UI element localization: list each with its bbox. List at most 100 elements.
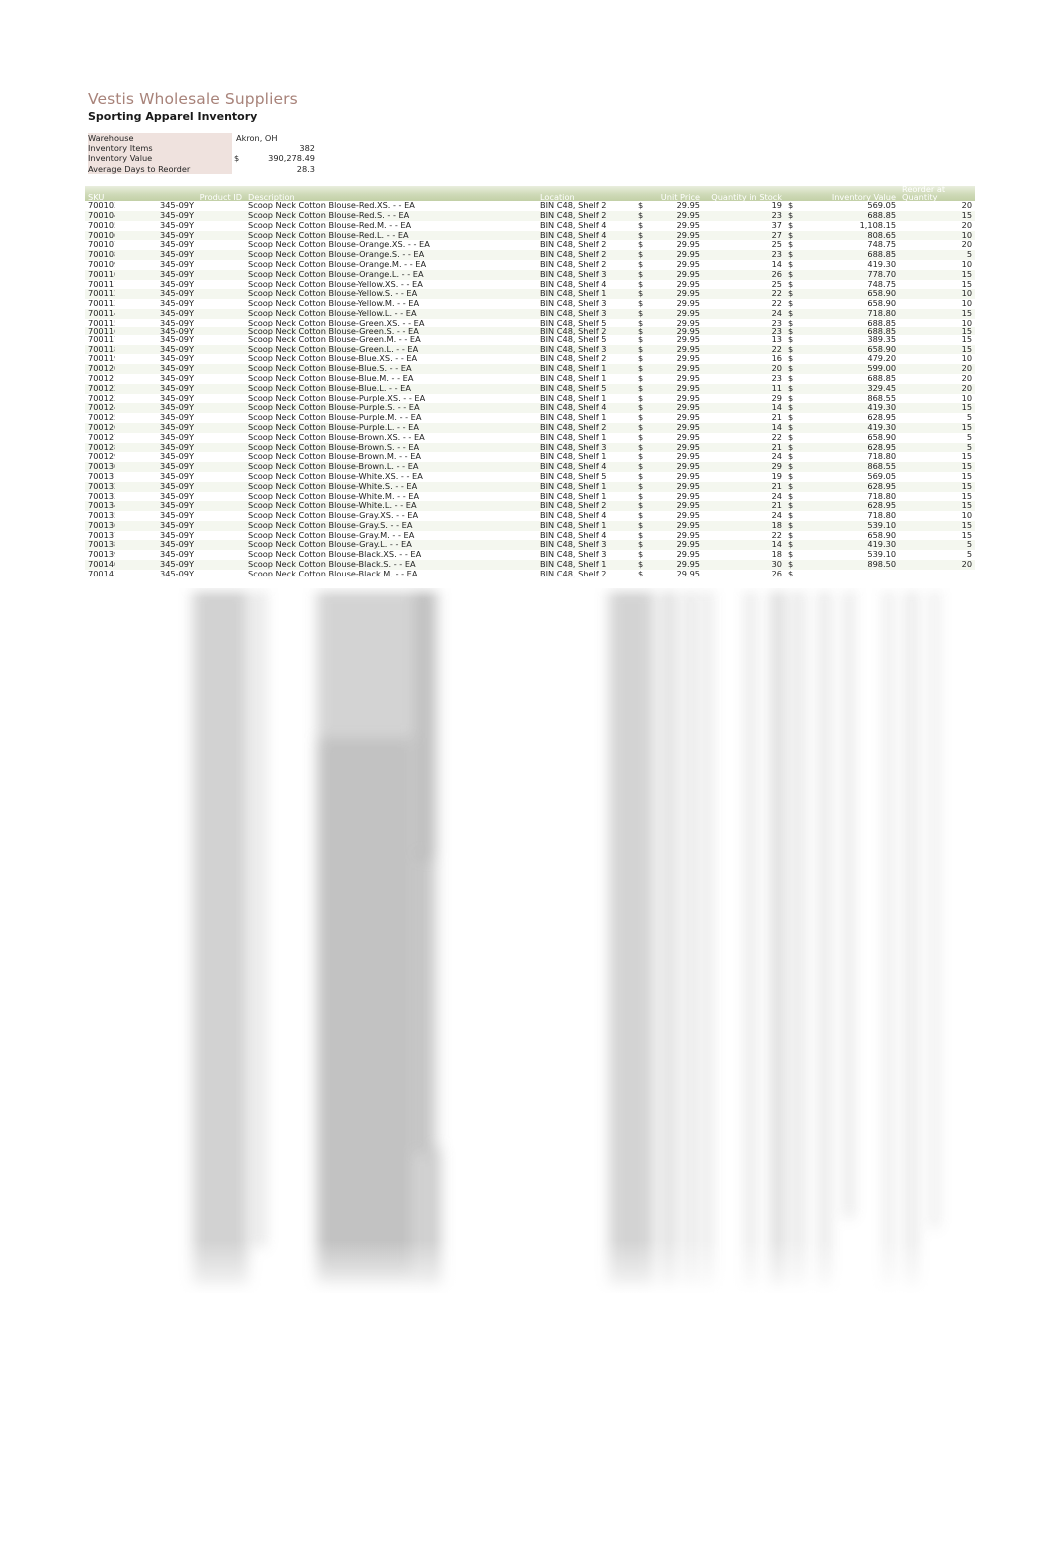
cell-description: Scoop Neck Cotton Blouse-Yellow.L. - - E… bbox=[245, 308, 538, 319]
cell-quantity-in-stock: 24 bbox=[703, 308, 786, 319]
cell-location: BIN C48, Shelf 2 bbox=[540, 240, 607, 250]
cell-sku: 700136 bbox=[85, 520, 115, 531]
cell-inventory-value-currency: $ bbox=[785, 442, 800, 453]
table-row[interactable]: 700112345-09Y Scoop Neck Cotton Blouse-Ye… bbox=[85, 289, 976, 300]
table-row[interactable]: 700105 345-09Y Scoop Neck Cotton Blouse-Re… bbox=[85, 221, 975, 231]
cell-sku: 700123 bbox=[88, 393, 115, 403]
table-row[interactable]: 700107 345-09Y Scoop Neck Cotton Blouse-Or… bbox=[85, 240, 975, 250]
cell-quantity-in-stock: 24 bbox=[771, 511, 783, 521]
cell-quantity-in-stock: 29 bbox=[771, 393, 783, 403]
table-row[interactable]: 700126345-09Y Scoop Neck Cotton Blouse-Pu… bbox=[85, 422, 976, 433]
cell-inventory-value: 419.30 bbox=[799, 540, 900, 551]
table-row[interactable]: 700134345-09Y Scoop Neck Cotton Blouse-Wh… bbox=[85, 501, 976, 512]
table-row[interactable]: 700114345-09Y Scoop Neck Cotton Blouse-Ye… bbox=[85, 308, 976, 319]
cell-product-id: 345-09Y bbox=[115, 422, 197, 433]
cell-product-id: 345-09Y bbox=[159, 240, 194, 250]
cell-sku: 700132 bbox=[85, 481, 115, 492]
table-row[interactable]: 700140345-09Y Scoop Neck Cotton Blouse-Bl… bbox=[85, 560, 976, 570]
cell-product-id: 345-09Y bbox=[159, 491, 194, 501]
column-header-quantity[interactable]: Quantity in Stock bbox=[703, 186, 786, 202]
column-header-reorder-at-quantity[interactable]: Reorder at Quantity bbox=[899, 186, 976, 202]
table-row[interactable]: 700116345-09Y Scoop Neck Cotton Blouse-Gr… bbox=[85, 326, 976, 335]
cell-unit-price: 29.95 bbox=[649, 326, 704, 335]
cell-inventory-value: 718.80 bbox=[867, 511, 897, 521]
cell-unit-price-currency: $ bbox=[635, 520, 650, 531]
table-row[interactable]: 700139 345-09Y Scoop Neck Cotton Blouse-Bl… bbox=[85, 550, 975, 560]
cell-sku: 700138 bbox=[85, 540, 115, 551]
table-row[interactable]: 700123 345-09Y Scoop Neck Cotton Blouse-Pu… bbox=[85, 394, 975, 404]
table-row[interactable]: 700135 345-09Y Scoop Neck Cotton Blouse-Gr… bbox=[85, 511, 975, 521]
cell-sku: 700122 bbox=[85, 383, 115, 394]
table-row[interactable]: 700118345-09Y Scoop Neck Cotton Blouse-Gr… bbox=[85, 344, 976, 355]
cell-location: BIN C48, Shelf 5 bbox=[540, 471, 607, 481]
table-row[interactable]: 700125 345-09Y Scoop Neck Cotton Blouse-Pu… bbox=[85, 413, 975, 423]
cell-inventory-value: 628.95 bbox=[799, 501, 900, 512]
cell-inventory-value: 688.85 bbox=[867, 318, 897, 327]
table-row[interactable]: 700129 345-09Y Scoop Neck Cotton Blouse-Br… bbox=[85, 452, 975, 462]
cell-inventory-value-currency: $ bbox=[788, 259, 794, 269]
column-header-sku[interactable]: SKU bbox=[85, 186, 115, 202]
table-row[interactable]: 700122345-09Y Scoop Neck Cotton Blouse-Bl… bbox=[85, 383, 976, 394]
cell-product-id: 345-09Y bbox=[115, 462, 197, 472]
table-row[interactable]: 700127 345-09Y Scoop Neck Cotton Blouse-Br… bbox=[85, 433, 975, 443]
cell-unit-price-currency: $ bbox=[638, 240, 644, 250]
table-row[interactable]: 700131 345-09Y Scoop Neck Cotton Blouse-Wh… bbox=[85, 472, 975, 482]
table-row[interactable]: 700106345-09Y Scoop Neck Cotton Blouse-Re… bbox=[85, 230, 976, 241]
column-header-location[interactable]: Location bbox=[537, 186, 636, 202]
cell-sku: 700140 bbox=[85, 560, 115, 570]
column-header-unit-price[interactable]: Unit Price bbox=[635, 186, 704, 202]
cell-unit-price: 29.95 bbox=[649, 462, 704, 472]
table-row[interactable]: 700128345-09Y Scoop Neck Cotton Blouse-Br… bbox=[85, 442, 976, 453]
table-row[interactable]: 700141 345-09Y Scoop Neck Cotton Blouse-Bl… bbox=[85, 570, 975, 580]
table-row[interactable]: 700111 345-09Y Scoop Neck Cotton Blouse-Ye… bbox=[85, 280, 975, 290]
column-header-inventory-value[interactable]: Inventory Value bbox=[785, 186, 900, 202]
table-row[interactable]: 700110345-09Y Scoop Neck Cotton Blouse-Or… bbox=[85, 269, 976, 280]
cell-product-id: 345-09Y bbox=[159, 452, 194, 462]
column-header-product-id[interactable]: Product ID bbox=[115, 186, 246, 202]
cell-description: Scoop Neck Cotton Blouse-Orange.L. - - E… bbox=[245, 269, 538, 280]
cell-description: Scoop Neck Cotton Blouse-Black.M. - - EA bbox=[248, 569, 418, 579]
cell-unit-price-currency: $ bbox=[638, 259, 644, 269]
cell-inventory-value: 688.85 bbox=[799, 326, 900, 335]
table-row[interactable]: 700108345-09Y Scoop Neck Cotton Blouse-Or… bbox=[85, 250, 976, 260]
table-row[interactable]: 700132345-09Y Scoop Neck Cotton Blouse-Wh… bbox=[85, 481, 976, 492]
cell-inventory-value: 868.55 bbox=[867, 393, 897, 403]
table-row[interactable]: 700124345-09Y Scoop Neck Cotton Blouse-Pu… bbox=[85, 403, 976, 414]
table-row[interactable]: 700133 345-09Y Scoop Neck Cotton Blouse-Wh… bbox=[85, 492, 975, 502]
cell-reorder-at-quantity: 10 bbox=[899, 289, 976, 300]
cell-location: BIN C48, Shelf 3 bbox=[537, 442, 636, 453]
blurred-column-smear bbox=[747, 588, 754, 1288]
cell-location: BIN C48, Shelf 2 bbox=[537, 250, 636, 260]
cell-description: Scoop Neck Cotton Blouse-Yellow.XS. - - … bbox=[248, 279, 423, 289]
table-row[interactable]: 700103 345-09Y Scoop Neck Cotton Blouse-Re… bbox=[85, 201, 975, 211]
table-row[interactable]: 700119 345-09Y Scoop Neck Cotton Blouse-Bl… bbox=[85, 354, 975, 364]
table-row[interactable]: 700115 345-09Y Scoop Neck Cotton Blouse-Gr… bbox=[85, 319, 975, 327]
cell-location: BIN C48, Shelf 2 bbox=[537, 210, 636, 221]
table-row[interactable]: 700121 345-09Y Scoop Neck Cotton Blouse-Bl… bbox=[85, 374, 975, 384]
cell-product-id: 345-09Y bbox=[115, 540, 197, 551]
blurred-column-smear bbox=[255, 588, 265, 1248]
table-row[interactable]: 700117 345-09Y Scoop Neck Cotton Blouse-Gr… bbox=[85, 335, 975, 345]
cell-location: BIN C48, Shelf 1 bbox=[537, 364, 636, 374]
table-row[interactable]: 700113 345-09Y Scoop Neck Cotton Blouse-Ye… bbox=[85, 299, 975, 309]
column-header-description[interactable]: Description bbox=[245, 186, 538, 202]
table-row[interactable]: 700104345-09Y Scoop Neck Cotton Blouse-Re… bbox=[85, 210, 976, 221]
table-row[interactable]: 700138345-09Y Scoop Neck Cotton Blouse-Gr… bbox=[85, 540, 976, 551]
cell-reorder-at-quantity: 20 bbox=[961, 220, 973, 230]
table-row[interactable]: 700109 345-09Y Scoop Neck Cotton Blouse-Or… bbox=[85, 260, 975, 270]
table-row[interactable]: 700130345-09Y Scoop Neck Cotton Blouse-Br… bbox=[85, 462, 976, 472]
table-row[interactable]: 700120345-09Y Scoop Neck Cotton Blouse-Bl… bbox=[85, 364, 976, 374]
cell-product-id-pad bbox=[197, 230, 246, 241]
cell-product-id: 345-09Y bbox=[159, 299, 194, 309]
cell-unit-price-currency: $ bbox=[638, 299, 644, 309]
cell-inventory-value-currency: $ bbox=[788, 318, 794, 327]
table-row[interactable]: 700136345-09Y Scoop Neck Cotton Blouse-Gr… bbox=[85, 520, 976, 531]
cell-description: Scoop Neck Cotton Blouse-Red.M. - - EA bbox=[248, 220, 412, 230]
cell-reorder-at-quantity: 15 bbox=[899, 520, 976, 531]
cell-product-id: 345-09Y bbox=[115, 250, 197, 260]
cell-quantity-in-stock: 23 bbox=[703, 210, 786, 221]
cell-reorder-at-quantity: 20 bbox=[961, 201, 973, 211]
blurred-column-smear bbox=[415, 588, 435, 858]
table-row[interactable]: 700137 345-09Y Scoop Neck Cotton Blouse-Gr… bbox=[85, 531, 975, 541]
cell-sku: 700134 bbox=[85, 501, 115, 512]
